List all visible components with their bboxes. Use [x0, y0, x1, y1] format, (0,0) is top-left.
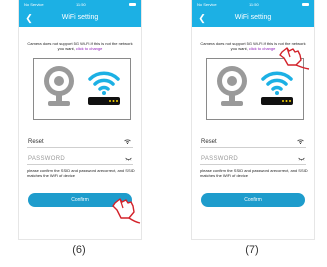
confirm-hint: please confirm the SSID and password are… — [27, 168, 135, 178]
hand-pointer-icon — [112, 198, 141, 224]
device-illustration — [33, 58, 131, 120]
caption-step-6: (6) — [72, 244, 86, 256]
page-title: WiFi setting — [234, 14, 272, 21]
password-field[interactable]: PASSWORD — [27, 154, 133, 165]
password-placeholder[interactable]: PASSWORD — [28, 156, 65, 162]
eye-icon[interactable] — [125, 157, 132, 161]
battery-icon — [128, 2, 136, 7]
header-bar: No Service 11:50 WiFi setting ❮ — [192, 0, 314, 27]
carrier-label: No Service — [24, 2, 44, 7]
caption-step-7: (7) — [245, 244, 259, 256]
ssid-field[interactable]: Reset — [27, 137, 133, 148]
back-icon[interactable]: ❮ — [24, 13, 34, 23]
status-bar: No Service 11:50 — [19, 0, 141, 9]
status-bar: No Service 11:50 — [192, 0, 314, 9]
battery-icon — [301, 2, 309, 7]
nav-bar: WiFi setting ❮ — [19, 9, 141, 27]
back-icon[interactable]: ❮ — [197, 13, 207, 23]
ssid-value[interactable]: Reset — [28, 139, 44, 145]
wifi-icon — [124, 139, 131, 144]
password-field[interactable]: PASSWORD — [200, 154, 306, 165]
ssid-value[interactable]: Reset — [201, 139, 217, 145]
confirm-button[interactable]: Confirm — [201, 193, 305, 207]
eye-icon[interactable] — [298, 157, 305, 161]
wifi-router-icon — [88, 71, 120, 105]
change-network-link[interactable]: click to change — [249, 46, 275, 51]
status-time: 11:50 — [76, 2, 86, 7]
phone-screen-7: No Service 11:50 WiFi setting ❮ Camera d… — [191, 0, 315, 240]
page-title: WiFi setting — [61, 14, 99, 21]
status-time: 11:50 — [249, 2, 259, 7]
wifi-warning: Camera does not support 5G Wi-Fi.If this… — [25, 41, 135, 51]
wifi-icon — [297, 139, 304, 144]
nav-bar: WiFi setting ❮ — [192, 9, 314, 27]
change-network-link[interactable]: click to change — [76, 46, 102, 51]
camera-icon — [44, 66, 74, 106]
carrier-label: No Service — [197, 2, 217, 7]
ssid-field[interactable]: Reset — [200, 137, 306, 148]
password-placeholder[interactable]: PASSWORD — [201, 156, 238, 162]
hand-pointer-icon — [279, 47, 310, 70]
header-bar: No Service 11:50 WiFi setting ❮ — [19, 0, 141, 27]
camera-icon — [217, 66, 247, 106]
phone-screen-6: No Service 11:50 WiFi setting ❮ Camera d… — [18, 0, 142, 240]
confirm-hint: please confirm the SSID and password are… — [200, 168, 308, 178]
